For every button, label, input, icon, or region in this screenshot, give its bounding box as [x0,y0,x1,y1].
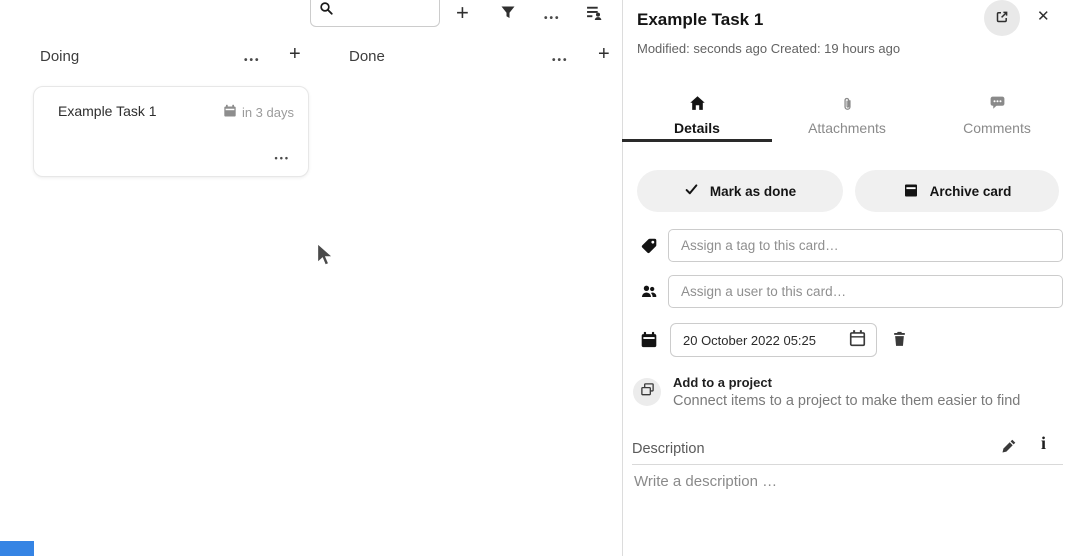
close-panel-button[interactable]: ✕ [1037,7,1050,25]
info-icon: i [1041,433,1046,453]
description-divider [632,464,1063,465]
tab-attachments[interactable]: Attachments [772,85,922,141]
markdown-info-button[interactable]: i [1041,434,1046,452]
active-tab-indicator [622,139,772,142]
external-link-icon [994,9,1010,28]
tab-details[interactable]: Details [622,85,772,141]
assign-user-input[interactable] [668,275,1063,308]
edit-description-button[interactable] [1001,438,1017,457]
ellipsis-icon: ••• [244,55,261,66]
filter-icon [500,4,516,24]
add-to-project-subtitle: Connect items to a project to make them … [673,393,1020,409]
check-icon [684,182,699,200]
panel-divider [622,0,623,556]
column-doing-add-button[interactable]: + [289,44,301,64]
description-placeholder: Write a description … [634,473,777,490]
home-icon [622,95,772,113]
close-icon: ✕ [1037,8,1050,25]
tab-attachments-label: Attachments [808,120,886,136]
column-done-menu-button[interactable]: ••• [552,51,569,66]
users-icon [640,283,658,305]
view-toggle-button[interactable] [586,4,603,24]
tab-comments[interactable]: Comments [922,85,1072,141]
tag-icon [640,237,658,260]
description-editor[interactable]: Write a description … [634,473,1054,548]
list-view-icon [586,4,603,24]
card-title: Example Task 1 [58,103,157,119]
search-icon [319,1,334,21]
filter-button[interactable] [500,4,516,24]
mouse-cursor [316,242,334,273]
archive-card-label: Archive card [930,184,1012,199]
add-card-button[interactable]: + [456,2,469,24]
projects-icon [640,382,655,402]
column-doing-menu-button[interactable]: ••• [244,51,261,66]
search-box [310,0,440,27]
mark-as-done-button[interactable]: Mark as done [637,170,843,212]
tab-comments-label: Comments [963,120,1031,136]
add-to-project-title[interactable]: Add to a project [673,375,772,390]
panel-title: Example Task 1 [637,10,763,30]
mark-as-done-label: Mark as done [710,184,796,199]
plus-icon: + [289,43,301,65]
calendar-outline-icon [848,329,867,351]
card-due-label: in 3 days [242,105,294,120]
plus-icon: + [456,0,469,25]
archive-icon [903,182,919,201]
date-picker-button[interactable] [848,329,867,351]
column-title-doing: Doing [40,48,79,65]
archive-card-button[interactable]: Archive card [855,170,1059,212]
calendar-icon [223,104,237,121]
app-window: + ••• Doing ••• + Done ••• + [0,0,1073,556]
assign-tag-input[interactable] [668,229,1063,262]
osk-toggle-rect [0,541,34,556]
comment-icon [922,95,1072,113]
due-date-field[interactable]: 20 October 2022 05:25 [670,323,877,357]
due-date-value: 20 October 2022 05:25 [683,333,848,348]
task-card[interactable]: Example Task 1 in 3 days ••• [33,86,309,177]
tab-details-label: Details [674,120,720,136]
ellipsis-icon: ••• [275,153,290,163]
project-icon-circle [633,378,661,406]
pencil-icon [1001,438,1017,457]
calendar-icon [640,331,658,354]
paperclip-icon [772,95,922,113]
remove-date-button[interactable] [891,330,908,351]
ellipsis-icon: ••• [544,13,561,24]
search-input[interactable] [334,1,429,21]
description-label: Description [632,441,705,457]
board-menu-button[interactable]: ••• [544,9,561,24]
open-in-window-button[interactable] [984,0,1020,36]
column-done-add-button[interactable]: + [598,44,610,64]
column-title-done: Done [349,48,385,65]
card-menu-button[interactable]: ••• [275,149,290,164]
plus-icon: + [598,43,610,65]
ellipsis-icon: ••• [552,55,569,66]
trash-icon [891,330,908,351]
card-due-badge: in 3 days [223,104,294,121]
panel-meta: Modified: seconds ago Created: 19 hours … [637,41,900,56]
